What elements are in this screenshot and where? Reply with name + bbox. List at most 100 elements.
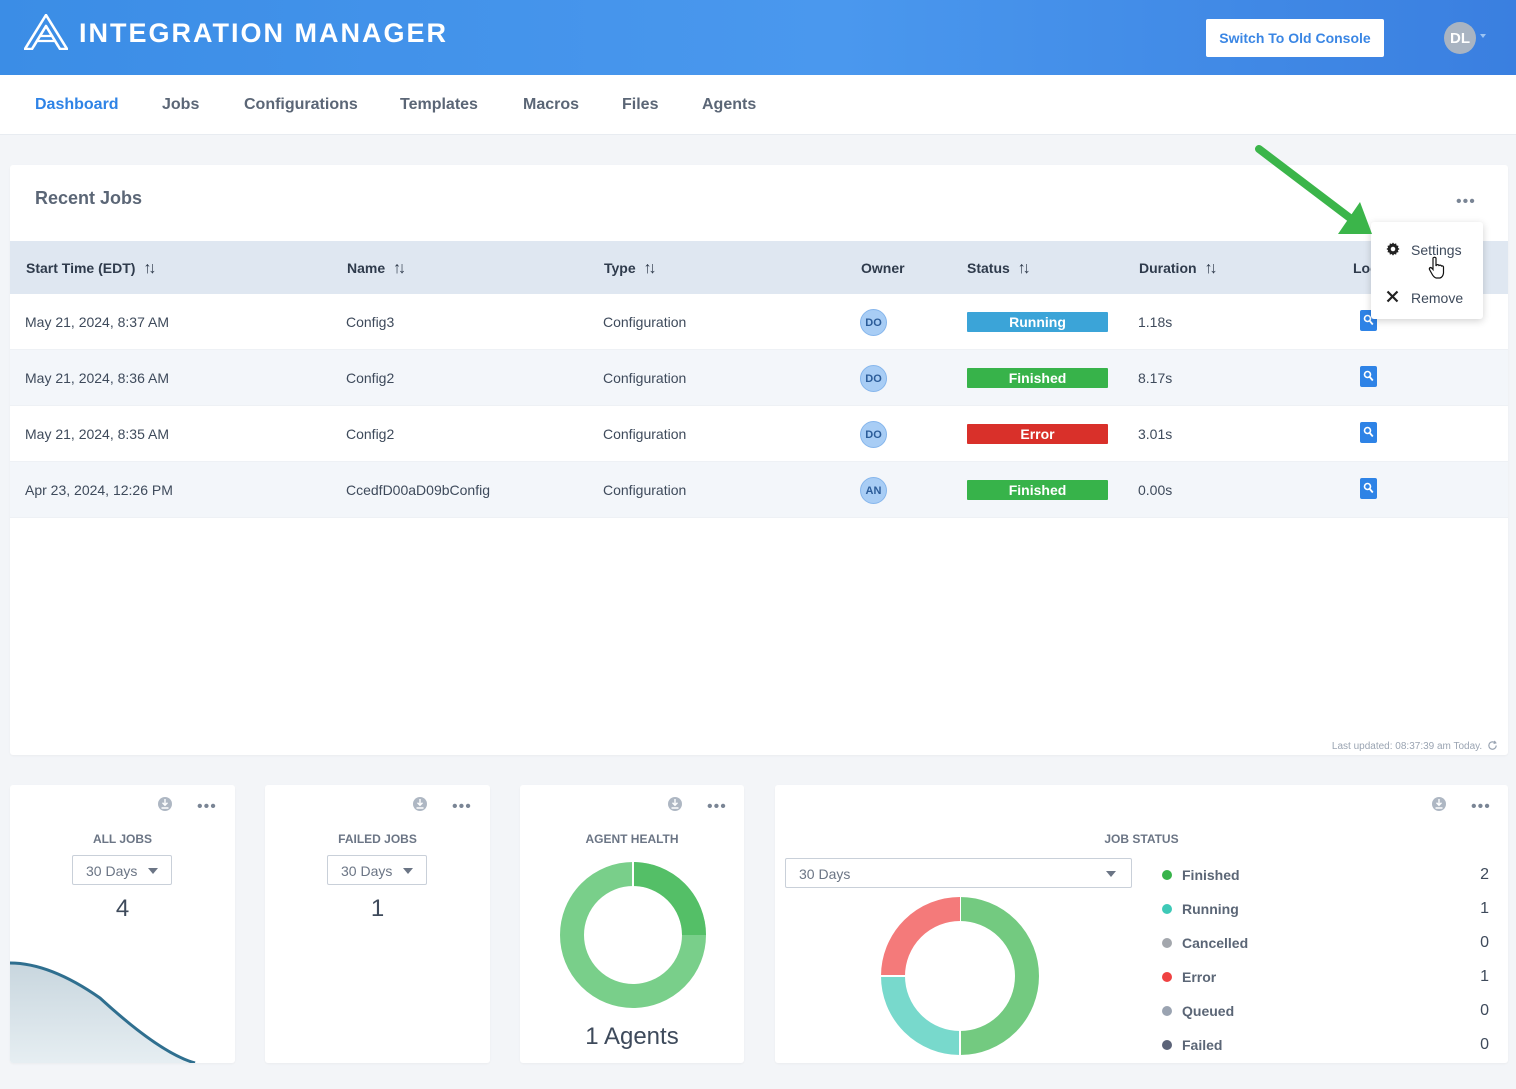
legend-item-running[interactable]: Running 1 <box>1162 899 1489 919</box>
caret-down-icon <box>403 868 413 874</box>
sort-icon[interactable]: ↑↓ <box>644 260 657 278</box>
legend-item-cancelled[interactable]: Cancelled 0 <box>1162 933 1489 953</box>
hand-cursor-icon <box>1428 256 1445 279</box>
app-header: INTEGRATION MANAGER Switch To Old Consol… <box>0 0 1516 75</box>
job-type-cell: Configuration <box>603 370 687 386</box>
search-icon <box>1363 426 1374 438</box>
duration-cell: 3.01s <box>1138 426 1173 442</box>
job-type-cell: Configuration <box>603 314 687 330</box>
donut-slice-error <box>881 897 961 977</box>
nav-macros[interactable]: Macros <box>523 96 579 114</box>
failed-jobs-title: FAILED JOBS <box>338 832 417 846</box>
more-options-icon[interactable]: ••• <box>707 799 727 815</box>
legend-dot-icon <box>1162 1040 1172 1050</box>
all-jobs-count: 4 <box>115 895 130 922</box>
all-jobs-card: ••• ALL JOBS 30 Days 4 <box>10 785 235 1063</box>
start-time-cell: May 21, 2024, 8:36 AM <box>25 370 169 386</box>
column-name[interactable]: Name ↑↓ <box>347 260 406 278</box>
user-avatar[interactable]: DL <box>1444 22 1476 54</box>
nav-agents[interactable]: Agents <box>702 96 756 114</box>
job-name-cell[interactable]: Config2 <box>346 426 394 442</box>
nav-configurations[interactable]: Configurations <box>244 96 358 114</box>
legend-label: Cancelled <box>1182 935 1249 951</box>
legend-label: Running <box>1182 901 1239 917</box>
column-duration[interactable]: Duration ↑↓ <box>1139 260 1218 278</box>
status-badge: Finished <box>967 480 1108 500</box>
legend-item-queued[interactable]: Queued 0 <box>1162 1001 1489 1021</box>
owner-avatar: DO <box>860 421 887 448</box>
column-type[interactable]: Type ↑↓ <box>604 260 657 278</box>
job-status-title: JOB STATUS <box>1104 832 1179 846</box>
table-row[interactable]: Apr 23, 2024, 12:26 PM CcedfD00aD09bConfi… <box>10 462 1508 518</box>
download-icon[interactable] <box>1432 797 1446 811</box>
column-status[interactable]: Status ↑↓ <box>967 260 1031 278</box>
legend-count: 0 <box>1480 1036 1489 1053</box>
legend-item-finished[interactable]: Finished 2 <box>1162 865 1489 885</box>
more-options-icon[interactable]: ••• <box>197 799 217 815</box>
legend-count: 1 <box>1480 968 1489 985</box>
menu-item-remove[interactable]: Remove <box>1371 273 1483 317</box>
nav-templates[interactable]: Templates <box>400 96 478 114</box>
view-log-button[interactable] <box>1360 422 1377 443</box>
switch-to-old-console-button[interactable]: Switch To Old Console <box>1206 19 1384 57</box>
view-log-button[interactable] <box>1360 366 1377 387</box>
sort-icon[interactable]: ↑↓ <box>143 260 156 278</box>
failed-jobs-range-select[interactable]: 30 Days <box>327 855 427 885</box>
download-icon[interactable] <box>668 797 682 811</box>
all-jobs-trend-chart <box>10 961 196 1063</box>
agent-health-donut <box>560 862 706 1008</box>
sort-icon[interactable]: ↑↓ <box>393 260 406 278</box>
status-badge: Error <box>967 424 1108 444</box>
job-status-range-select[interactable]: 30 Days <box>785 858 1132 888</box>
job-type-cell: Configuration <box>603 482 687 498</box>
legend-count: 0 <box>1480 934 1489 951</box>
duration-cell: 0.00s <box>1138 482 1173 498</box>
all-jobs-range-select[interactable]: 30 Days <box>72 855 172 885</box>
legend-dot-icon <box>1162 904 1172 914</box>
menu-remove-label: Remove <box>1411 290 1464 306</box>
failed-jobs-count: 1 <box>370 895 385 922</box>
more-options-icon[interactable]: ••• <box>1456 194 1476 210</box>
legend-dot-icon <box>1162 938 1172 948</box>
nav-jobs[interactable]: Jobs <box>162 96 199 114</box>
sort-icon[interactable]: ↑↓ <box>1205 260 1218 278</box>
last-updated-text: Last updated: 08:37:39 am Today. <box>1332 740 1498 752</box>
legend-label: Queued <box>1182 1003 1235 1019</box>
refresh-icon[interactable] <box>1487 740 1498 751</box>
more-options-icon[interactable]: ••• <box>1471 799 1491 815</box>
nav-dashboard[interactable]: Dashboard <box>35 96 119 114</box>
sort-icon[interactable]: ↑↓ <box>1018 260 1031 278</box>
view-log-button[interactable] <box>1360 478 1377 499</box>
close-icon <box>1386 290 1399 303</box>
agent-health-card: ••• AGENT HEALTH 1 Agents <box>520 785 744 1063</box>
more-options-icon[interactable]: ••• <box>452 799 472 815</box>
start-time-cell: May 21, 2024, 8:35 AM <box>25 426 169 442</box>
app-logo-icon <box>24 14 68 50</box>
table-row[interactable]: May 21, 2024, 8:36 AM Config2 Configuratio… <box>10 350 1508 406</box>
start-time-cell: Apr 23, 2024, 12:26 PM <box>25 482 173 498</box>
download-icon[interactable] <box>413 797 427 811</box>
legend-item-failed[interactable]: Failed 0 <box>1162 1035 1489 1055</box>
job-name-cell[interactable]: Config3 <box>346 314 394 330</box>
chevron-down-icon[interactable] <box>1480 34 1486 38</box>
legend-item-error[interactable]: Error 1 <box>1162 967 1489 987</box>
table-row[interactable]: May 21, 2024, 8:37 AM Config3 Configuratio… <box>10 294 1508 350</box>
owner-avatar: DO <box>860 309 887 336</box>
nav-files[interactable]: Files <box>622 96 658 114</box>
agents-count-label: 1 Agents <box>585 1023 679 1050</box>
job-name-cell[interactable]: Config2 <box>346 370 394 386</box>
all-jobs-title: ALL JOBS <box>92 832 153 846</box>
duration-cell: 8.17s <box>1138 370 1173 386</box>
legend-label: Failed <box>1182 1037 1223 1053</box>
legend-label: Error <box>1182 969 1217 985</box>
job-type-cell: Configuration <box>603 426 687 442</box>
download-icon[interactable] <box>158 797 172 811</box>
column-owner: Owner <box>861 260 905 276</box>
legend-dot-icon <box>1162 1006 1172 1016</box>
table-row[interactable]: May 21, 2024, 8:35 AM Config2 Configuratio… <box>10 406 1508 462</box>
legend-label: Finished <box>1182 867 1240 883</box>
job-name-cell[interactable]: CcedfD00aD09bConfig <box>346 482 490 498</box>
search-icon <box>1363 370 1374 382</box>
legend-count: 2 <box>1480 866 1489 883</box>
column-start-time[interactable]: Start Time (EDT) ↑↓ <box>26 260 156 278</box>
